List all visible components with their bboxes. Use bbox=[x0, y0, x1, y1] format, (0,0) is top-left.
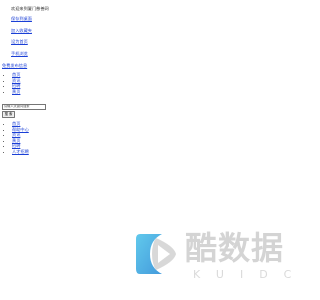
menu-item-directory: 黄页 bbox=[12, 89, 72, 95]
menu-link[interactable]: 帮助中心 bbox=[12, 127, 29, 132]
menu-link[interactable]: 黄页 bbox=[12, 89, 20, 94]
search-input[interactable]: 请输入关键词搜索 bbox=[2, 104, 46, 110]
menu-link[interactable]: 招聘 bbox=[12, 83, 20, 88]
top-links: 保存到桌面 加入收藏夹 设为首页 手机浏览 bbox=[11, 16, 32, 56]
menu-link[interactable]: 人才招聘 bbox=[12, 149, 29, 154]
menu-link[interactable]: 首页 bbox=[12, 72, 20, 77]
watermark-subtitle: KUIDC bbox=[193, 268, 308, 281]
menu-link[interactable]: 招聘 bbox=[12, 143, 20, 148]
play-logo-icon bbox=[136, 234, 176, 274]
secondary-menu: 首页 帮助中心 资讯 黄页 招聘 人才招聘 bbox=[2, 121, 72, 155]
menu-link[interactable]: 资讯 bbox=[12, 78, 20, 83]
menu-link[interactable]: 首页 bbox=[12, 121, 20, 126]
watermark: 酷数据 KUIDC bbox=[134, 229, 291, 286]
main-menu: 首页 资讯 招聘 黄页 bbox=[2, 72, 72, 94]
free-post-link[interactable]: 免费发布信息 bbox=[2, 63, 27, 68]
welcome-text: 欢迎来到厦门慈善网 bbox=[11, 6, 49, 11]
set-homepage-link[interactable]: 设为首页 bbox=[11, 39, 32, 44]
watermark-title: 酷数据 bbox=[185, 229, 285, 267]
menu-item-talent: 人才招聘 bbox=[12, 149, 72, 155]
save-to-desktop-link[interactable]: 保存到桌面 bbox=[11, 16, 32, 21]
add-favorite-link[interactable]: 加入收藏夹 bbox=[11, 28, 32, 33]
search-button[interactable]: 搜 索 bbox=[2, 111, 15, 118]
mobile-browse-link[interactable]: 手机浏览 bbox=[11, 51, 32, 56]
menu-link[interactable]: 资讯 bbox=[12, 132, 20, 137]
